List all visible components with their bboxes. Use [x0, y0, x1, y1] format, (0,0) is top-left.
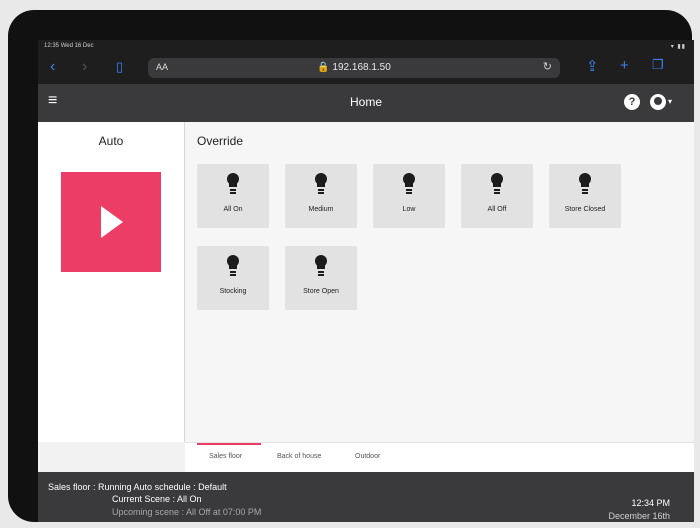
- override-panel: Override All On Medium Low All Off Store…: [185, 122, 694, 442]
- status-footer: Sales floor : Running Auto schedule : De…: [38, 472, 694, 522]
- scene-label: All Off: [487, 206, 507, 213]
- help-icon[interactable]: ?: [624, 94, 640, 110]
- scene-label: All On: [223, 206, 243, 213]
- scene-button-all-off[interactable]: All Off: [461, 164, 533, 228]
- lightbulb-icon: [313, 255, 329, 279]
- chevron-down-icon[interactable]: ▾: [668, 97, 672, 106]
- back-icon[interactable]: ‹: [50, 58, 55, 76]
- ios-status-bar: 12:35 Wed 16 Dec ▾ ▮▮: [38, 40, 694, 52]
- auto-panel: Auto: [38, 122, 185, 442]
- scene-label: Medium: [308, 206, 334, 213]
- scene-label: Stocking: [219, 288, 247, 295]
- schedule-status: Sales floor : Running Auto schedule : De…: [48, 482, 227, 492]
- zone-tabs: Sales floor Back of house Outdoor: [185, 442, 694, 473]
- scene-button-store-closed[interactable]: Store Closed: [549, 164, 621, 228]
- user-avatar-icon[interactable]: [650, 94, 666, 110]
- lightbulb-icon: [225, 173, 241, 197]
- tab-back-of-house[interactable]: Back of house: [277, 453, 321, 460]
- upcoming-scene: Upcoming scene : All Off at 07:00 PM: [112, 507, 262, 517]
- forward-icon[interactable]: ›: [82, 58, 87, 76]
- lightbulb-icon: [313, 173, 329, 197]
- scene-button-all-on[interactable]: All On: [197, 164, 269, 228]
- share-icon[interactable]: ⇪: [586, 57, 599, 75]
- reload-icon[interactable]: ↻: [543, 60, 552, 73]
- sidebar-icon[interactable]: ▯: [116, 58, 123, 76]
- auto-play-button[interactable]: [61, 172, 161, 272]
- tablet-frame: 12:35 Wed 16 Dec ▾ ▮▮ ‹ › ▯ AA 🔒 192.168…: [8, 10, 694, 522]
- screen: 12:35 Wed 16 Dec ▾ ▮▮ ‹ › ▯ AA 🔒 192.168…: [38, 40, 694, 522]
- tabs-icon[interactable]: ❐: [652, 57, 664, 73]
- tab-outdoor[interactable]: Outdoor: [355, 453, 380, 460]
- scene-label: Store Open: [303, 288, 339, 295]
- scene-button-stocking[interactable]: Stocking: [197, 246, 269, 310]
- scene-label: Store Closed: [564, 206, 606, 213]
- scene-button-low[interactable]: Low: [373, 164, 445, 228]
- current-scene: Current Scene : All On: [112, 494, 202, 504]
- auto-title: Auto: [98, 134, 124, 148]
- play-icon: [101, 206, 123, 238]
- safari-toolbar: ‹ › ▯ AA 🔒 192.168.1.50 ↻ ⇪ + ❐: [38, 52, 694, 84]
- lightbulb-icon: [489, 173, 505, 197]
- override-title: Override: [197, 134, 244, 148]
- lightbulb-icon: [577, 173, 593, 197]
- address-bar[interactable]: AA 🔒 192.168.1.50 ↻: [148, 58, 560, 78]
- scene-label: Low: [402, 206, 416, 213]
- scene-button-store-open[interactable]: Store Open: [285, 246, 357, 310]
- footer-date: December 16th: [608, 511, 670, 521]
- tab-sales-floor[interactable]: Sales floor: [196, 443, 262, 460]
- lightbulb-icon: [401, 173, 417, 197]
- new-tab-icon[interactable]: +: [620, 57, 629, 74]
- url-text: 🔒 192.168.1.50: [317, 62, 391, 73]
- status-time: 12:35 Wed 16 Dec: [44, 43, 94, 49]
- page-title: Home: [349, 95, 382, 109]
- lightbulb-icon: [225, 255, 241, 279]
- battery-wifi-icons: ▾ ▮▮: [670, 44, 686, 50]
- scene-button-medium[interactable]: Medium: [285, 164, 357, 228]
- app-header: ≡ Home ? ▾: [38, 84, 694, 122]
- footer-time: 12:34 PM: [631, 498, 670, 508]
